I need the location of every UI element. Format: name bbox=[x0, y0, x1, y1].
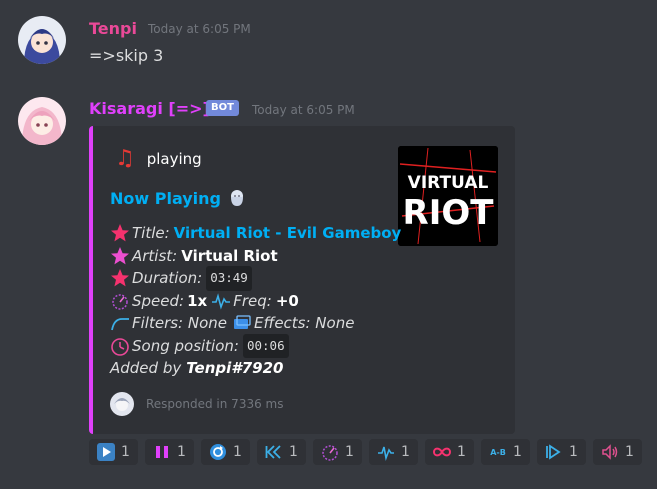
reaction-pause[interactable]: 1 bbox=[145, 439, 194, 465]
speed-icon bbox=[112, 294, 128, 310]
embed-title[interactable]: Now Playing bbox=[110, 188, 247, 208]
ghost-girl-icon bbox=[231, 190, 244, 206]
footer-text: Responded in 7336 ms bbox=[146, 397, 284, 411]
star-icon bbox=[111, 224, 129, 242]
message-content: =>skip 3 bbox=[89, 46, 164, 65]
reaction-ab-loop[interactable]: A-B 1 bbox=[481, 439, 530, 465]
reaction-count: 1 bbox=[569, 444, 578, 460]
reaction-infinity[interactable]: 1 bbox=[425, 439, 474, 465]
added-value: Tenpi#7920 bbox=[186, 359, 284, 377]
timestamp: Today at 6:05 PM bbox=[252, 103, 355, 117]
clock-icon bbox=[111, 337, 129, 356]
line-position: Song position: 00:06 bbox=[110, 333, 401, 358]
frequency-icon bbox=[378, 446, 394, 461]
avatar-tenpi[interactable] bbox=[18, 16, 66, 64]
artist-label: Artist: bbox=[132, 246, 178, 265]
thumbnail-text-top: VIRTUAL bbox=[408, 173, 489, 193]
reaction-count: 1 bbox=[513, 444, 522, 460]
line-added: Added by Tenpi#7920 bbox=[110, 357, 401, 380]
reaction-skip[interactable]: 1 bbox=[537, 439, 586, 465]
ab-loop-icon: A-B bbox=[490, 448, 506, 457]
freq-label: Freq: bbox=[233, 291, 272, 310]
line-speed: Speed: 1x Freq: +0 bbox=[110, 290, 401, 313]
filters-label: Filters: None bbox=[132, 314, 228, 332]
embed-footer: Responded in 7336 ms bbox=[110, 392, 283, 416]
reaction-count: 1 bbox=[345, 444, 354, 460]
reaction-loop[interactable]: 1 bbox=[201, 439, 250, 465]
line-title: Title: Virtual Riot - Evil Gameboy bbox=[110, 222, 401, 245]
reaction-count: 1 bbox=[625, 444, 634, 460]
reaction-play[interactable]: 1 bbox=[89, 439, 138, 465]
added-label: Added by bbox=[110, 359, 182, 377]
filter-curve-icon bbox=[111, 318, 129, 331]
username-tenpi[interactable]: Tenpi bbox=[89, 19, 137, 38]
effects-label: Effects: None bbox=[254, 314, 355, 332]
reaction-volume[interactable]: 1 bbox=[593, 439, 642, 465]
title-link[interactable]: Virtual Riot - Evil Gameboy bbox=[174, 222, 402, 245]
bot-tag: BOT bbox=[206, 100, 239, 116]
avatar-kisaragi[interactable] bbox=[18, 97, 66, 145]
music-note-icon: ♫ bbox=[115, 146, 135, 171]
footer-avatar bbox=[110, 392, 134, 416]
speed-icon bbox=[322, 445, 338, 461]
artist-value: Virtual Riot bbox=[181, 246, 278, 265]
speed-value: 1x bbox=[187, 291, 208, 310]
embed-title-text: Now Playing bbox=[110, 188, 222, 208]
line-artist: Artist: Virtual Riot bbox=[110, 245, 401, 268]
speed-label: Speed: bbox=[132, 291, 185, 310]
reaction-count: 1 bbox=[233, 444, 242, 460]
duration-label: Duration: bbox=[132, 269, 203, 287]
freq-value: +0 bbox=[275, 291, 299, 310]
title-label: Title: bbox=[132, 224, 170, 242]
volume-icon bbox=[602, 444, 618, 460]
frequency-icon bbox=[212, 292, 231, 310]
embed-author-text: playing bbox=[146, 150, 202, 168]
line-filters: Filters: None Effects: None bbox=[110, 312, 401, 335]
skip-icon bbox=[546, 444, 561, 460]
star-icon bbox=[111, 269, 129, 287]
reaction-rewind[interactable]: 1 bbox=[257, 439, 306, 465]
infinity-icon bbox=[433, 447, 451, 457]
reaction-frequency[interactable]: 1 bbox=[369, 439, 418, 465]
loop-icon bbox=[210, 444, 226, 460]
album-thumbnail[interactable]: VIRTUAL RIOT bbox=[398, 146, 498, 246]
star-icon bbox=[111, 246, 129, 265]
reaction-count: 1 bbox=[177, 444, 186, 460]
rewind-icon bbox=[265, 445, 281, 459]
thumbnail-text-bottom: RIOT bbox=[403, 193, 495, 233]
reaction-count: 1 bbox=[289, 444, 298, 460]
reaction-bar: 1 1 1 1 1 1 1 A-B 1 1 1 bbox=[89, 439, 649, 465]
reaction-speed[interactable]: 1 bbox=[313, 439, 362, 465]
embed-author: ♫ playing bbox=[115, 148, 202, 170]
effects-icon bbox=[234, 315, 251, 330]
username-kisaragi[interactable]: Kisaragi [=>] bbox=[89, 99, 210, 118]
line-duration: Duration: 03:49 bbox=[110, 266, 401, 291]
reaction-count: 1 bbox=[401, 444, 410, 460]
reaction-count: 1 bbox=[121, 444, 130, 460]
pause-icon bbox=[156, 446, 168, 458]
svg-text:A-B: A-B bbox=[490, 448, 506, 457]
now-playing-embed: ♫ playing Now Playing VIRTUAL RIOT Title… bbox=[89, 126, 515, 434]
position-value: 00:06 bbox=[242, 333, 289, 358]
play-icon bbox=[97, 443, 115, 461]
position-label: Song position: bbox=[132, 336, 239, 355]
duration-value: 03:49 bbox=[206, 266, 252, 291]
track-info: Title: Virtual Riot - Evil Gameboy Artis… bbox=[110, 222, 401, 380]
timestamp: Today at 6:05 PM bbox=[148, 22, 251, 36]
reaction-count: 1 bbox=[457, 444, 466, 460]
